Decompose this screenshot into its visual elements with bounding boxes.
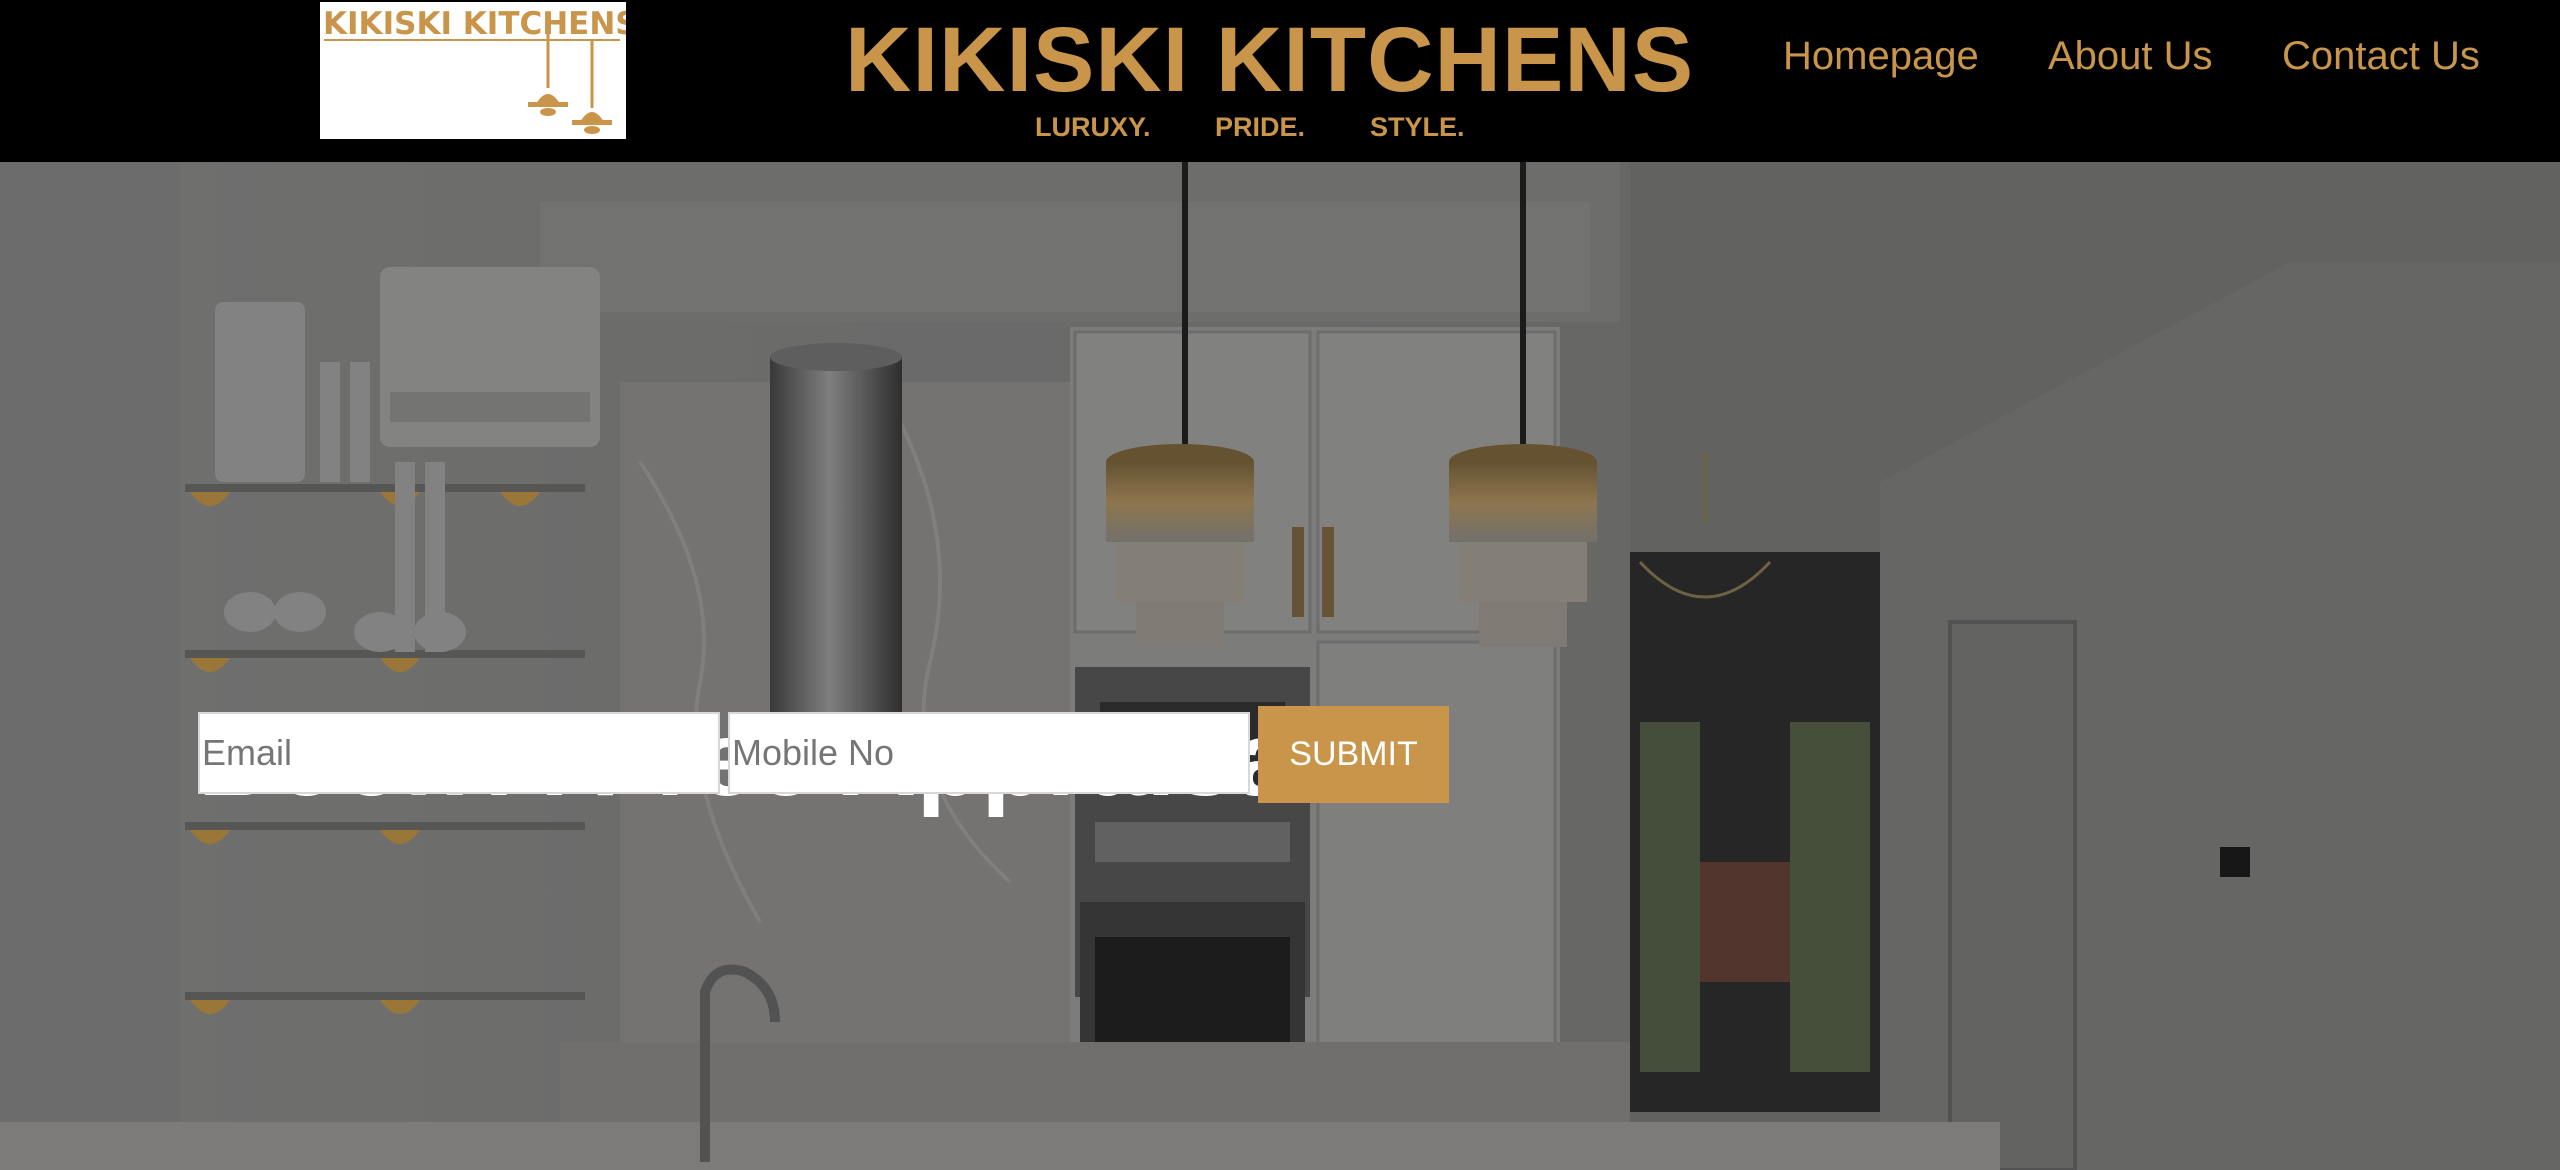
site-logo[interactable]: KIKISKI KITCHENS xyxy=(320,2,626,139)
nav-contact-us[interactable]: Contact Us xyxy=(2282,28,2480,84)
tagline-style: STYLE. xyxy=(1370,112,1465,142)
submit-button[interactable]: SUBMIT xyxy=(1258,706,1449,803)
brand-title: KIKISKI KITCHENS xyxy=(845,9,1695,111)
pendant-lamp-icon xyxy=(528,22,612,134)
email-field[interactable] xyxy=(198,712,720,794)
nav-homepage[interactable]: Homepage xyxy=(1783,28,1979,84)
nav-about-us[interactable]: About Us xyxy=(2048,28,2213,84)
tagline-luxury: LURUXY. xyxy=(1035,112,1151,142)
mobile-field[interactable] xyxy=(728,712,1250,794)
hero-section: Book A Free Appraisal xyxy=(0,162,2560,1170)
tagline-pride: PRIDE. xyxy=(1215,112,1306,142)
kitchen-background-image xyxy=(0,162,2560,1170)
site-header: KIKISKI KITCHENS KIKISKI KITCHENS LURUXY… xyxy=(0,0,2560,162)
